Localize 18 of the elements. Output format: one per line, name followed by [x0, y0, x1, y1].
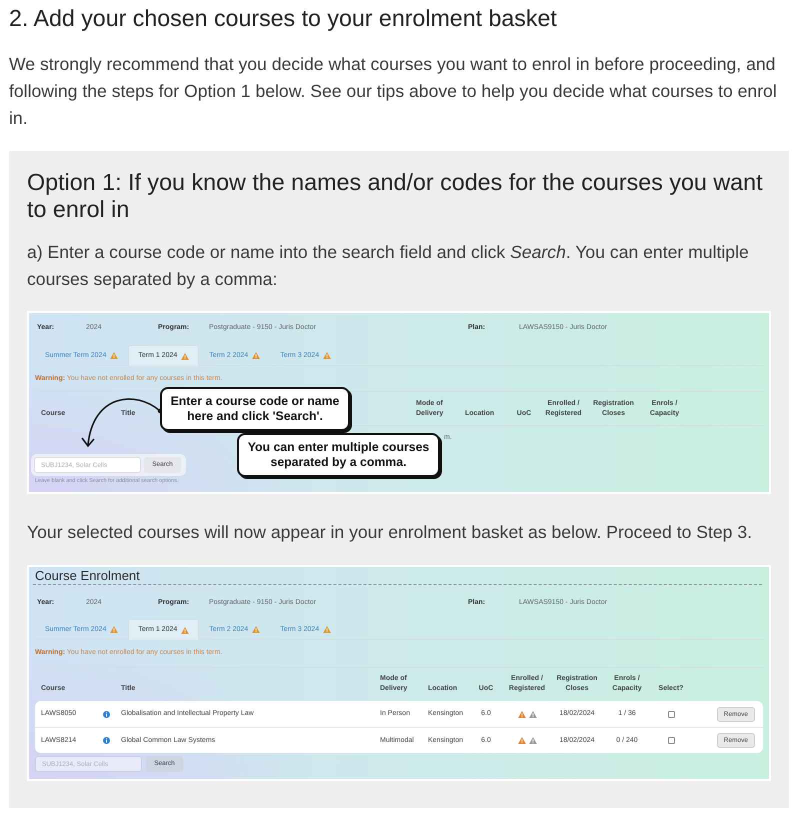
warning-icon [518, 710, 526, 718]
instruction-text: a) Enter a course code or name into the search field and click Search. You can enter multiple courses separated by a comma: [27, 241, 750, 291]
option-heading: Option 1: If you know the names and/or codes for the courses you want to enrol in [27, 169, 764, 223]
instruction-text: Your selected courses will now appear in your enrolment basket as below. Proceed to Step 3. [27, 521, 754, 544]
callout-text: Enter a course code or name [170, 394, 340, 409]
info-icon [103, 710, 110, 718]
screenshot-title: Course Enrolment [35, 568, 140, 584]
select-checkbox[interactable] [668, 710, 674, 718]
callout-text: You can enter multiple courses [246, 440, 430, 455]
section-heading: 2. Add your chosen courses to your enrolment basket [9, 4, 557, 32]
callout-text: separated by a comma. [269, 455, 408, 470]
info-icon [103, 737, 110, 744]
select-checkbox[interactable] [668, 737, 674, 744]
warning-icon [528, 710, 536, 718]
warning-icon [528, 737, 536, 744]
warning-icon [518, 737, 526, 744]
intro-paragraph: We strongly recommend that you decide what courses you want to enrol in before proceeding, and following the steps for Option 1 below. See our tips above to help you decide what courses to enrol in. [9, 53, 778, 130]
callout-text: here and click 'Search'. [186, 409, 324, 424]
